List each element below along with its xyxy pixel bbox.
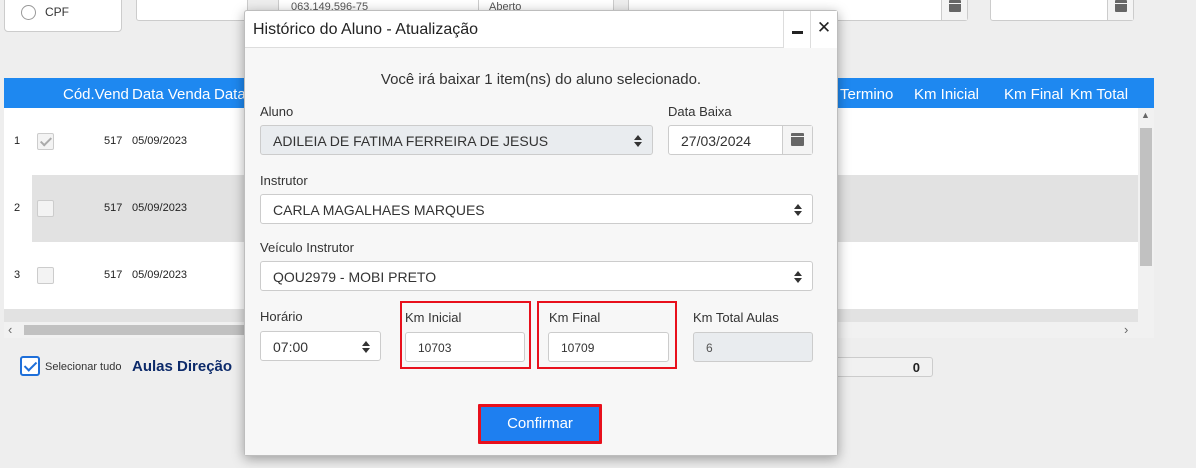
calendar-icon xyxy=(791,133,804,146)
row-code: 517 xyxy=(104,135,123,147)
select-all-checkbox[interactable] xyxy=(20,356,40,376)
total-value: 0 xyxy=(912,360,920,375)
veiculo-select[interactable]: QOU2979 - MOBI PRETO xyxy=(260,261,813,291)
col-data[interactable]: Data xyxy=(214,86,244,103)
modal-header: Histórico do Aluno - Atualização ✕ xyxy=(245,11,837,48)
vertical-scroll-thumb[interactable] xyxy=(1140,128,1152,266)
data-baixa-field[interactable]: 27/03/2024 xyxy=(668,125,813,155)
info-text: Você irá baixar 1 item(ns) do aluno sele… xyxy=(380,71,702,88)
total-field: 0 xyxy=(835,357,933,377)
row-index-cell: 2 xyxy=(4,175,32,242)
row-index-cell: 1 xyxy=(4,108,32,175)
row-index: 2 xyxy=(14,202,21,214)
date-start-calendar-button[interactable] xyxy=(941,0,967,20)
select-arrows-icon xyxy=(362,340,370,354)
col-km-total[interactable]: Km Total xyxy=(1070,86,1140,103)
col-cod-venda[interactable]: Cód.Venda xyxy=(63,86,129,103)
date-end-calendar-button[interactable] xyxy=(1107,0,1133,20)
km-final-value: 10709 xyxy=(561,341,595,355)
row-checkbox[interactable] xyxy=(37,267,54,284)
scroll-left-icon[interactable]: ‹ xyxy=(8,322,12,337)
vertical-scrollbar[interactable]: ▲ xyxy=(1138,108,1154,322)
cpf-radio[interactable] xyxy=(21,5,36,20)
data-baixa-label: Data Baixa xyxy=(668,104,732,119)
km-inicial-value: 10703 xyxy=(418,341,452,355)
row-checkbox[interactable] xyxy=(37,133,54,150)
km-total-value: 6 xyxy=(706,341,713,355)
scroll-up-icon[interactable]: ▲ xyxy=(1141,110,1150,120)
close-icon[interactable]: ✕ xyxy=(810,11,837,48)
km-total-input: 6 xyxy=(693,332,813,362)
update-history-modal: Histórico do Aluno - Atualização ✕ Você … xyxy=(244,10,838,456)
row-code: 517 xyxy=(104,269,123,281)
instrutor-value: CARLA MAGALHAES MARQUES xyxy=(273,202,485,218)
select-all-label: Selecionar tudo xyxy=(45,361,122,373)
horizontal-scroll-thumb[interactable] xyxy=(24,325,244,335)
cpf-radio-label: CPF xyxy=(45,5,69,19)
section-title: Aulas Direção xyxy=(132,358,233,375)
km-inicial-label: Km Inicial xyxy=(405,310,462,325)
row-date: 05/09/2023 xyxy=(132,202,188,214)
modal-body: Você irá baixar 1 item(ns) do aluno sele… xyxy=(245,48,837,455)
select-arrows-icon xyxy=(794,270,802,284)
row-index: 1 xyxy=(14,135,21,147)
col-km-final[interactable]: Km Final xyxy=(1004,86,1068,103)
scroll-right-icon[interactable]: › xyxy=(1124,322,1128,337)
select-arrows-icon xyxy=(794,203,802,217)
data-baixa-calendar-button[interactable] xyxy=(782,126,812,154)
veiculo-value: QOU2979 - MOBI PRETO xyxy=(273,269,437,285)
km-total-label: Km Total Aulas xyxy=(693,310,779,325)
row-index-cell: 3 xyxy=(4,242,32,309)
aluno-value: ADILEIA DE FATIMA FERREIRA DE JESUS xyxy=(273,133,549,149)
km-final-label: Km Final xyxy=(549,310,601,325)
aluno-select[interactable]: ADILEIA DE FATIMA FERREIRA DE JESUS xyxy=(260,125,653,155)
row-checkbox[interactable] xyxy=(37,200,54,217)
horario-label: Horário xyxy=(260,309,303,324)
instrutor-select[interactable]: CARLA MAGALHAES MARQUES xyxy=(260,194,813,224)
row-date: 05/09/2023 xyxy=(132,135,188,147)
confirm-button[interactable]: Confirmar xyxy=(478,404,602,444)
col-km-inicial[interactable]: Km Inicial xyxy=(914,86,994,103)
row-date: 05/09/2023 xyxy=(132,269,188,281)
calendar-icon xyxy=(1115,0,1127,12)
modal-title: Histórico do Aluno - Atualização xyxy=(253,21,479,38)
horario-value: 07:00 xyxy=(273,339,309,355)
col-data-venda[interactable]: Data Venda xyxy=(132,86,212,103)
search-field-1[interactable] xyxy=(136,0,248,21)
calendar-icon xyxy=(949,0,961,12)
date-end-field[interactable] xyxy=(990,0,1134,21)
data-baixa-value: 27/03/2024 xyxy=(681,133,752,149)
km-final-input[interactable]: 10709 xyxy=(548,332,669,362)
select-arrows-icon xyxy=(634,134,642,148)
col-termino[interactable]: Termino xyxy=(840,86,910,103)
veiculo-label: Veículo Instrutor xyxy=(260,240,354,255)
km-inicial-input[interactable]: 10703 xyxy=(405,332,525,362)
minimize-icon[interactable] xyxy=(783,11,810,48)
aluno-label: Aluno xyxy=(260,104,294,119)
horario-select[interactable]: 07:00 xyxy=(260,331,381,361)
row-code: 517 xyxy=(104,202,123,214)
instrutor-label: Instrutor xyxy=(260,173,308,188)
row-index: 3 xyxy=(14,269,21,281)
cpf-radio-option[interactable]: CPF xyxy=(4,0,122,32)
